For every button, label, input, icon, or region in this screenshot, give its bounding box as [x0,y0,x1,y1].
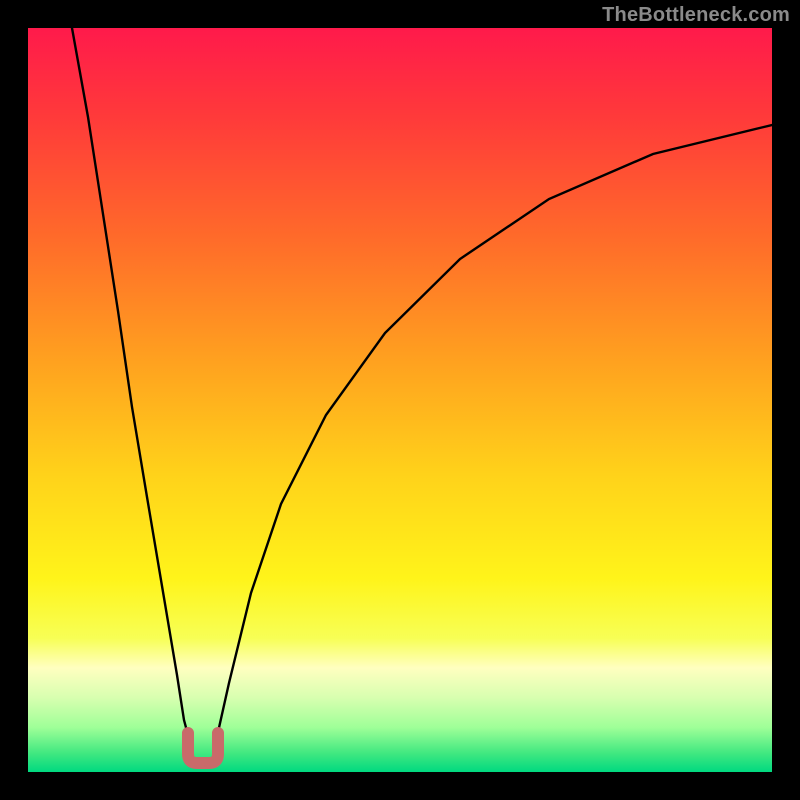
left-curve [72,28,192,750]
plot-area [28,28,772,772]
chart-frame: TheBottleneck.com [0,0,800,800]
right-curve [214,125,772,750]
watermark-text: TheBottleneck.com [602,4,790,27]
curves-layer [28,28,772,772]
minimum-marker [188,733,218,763]
